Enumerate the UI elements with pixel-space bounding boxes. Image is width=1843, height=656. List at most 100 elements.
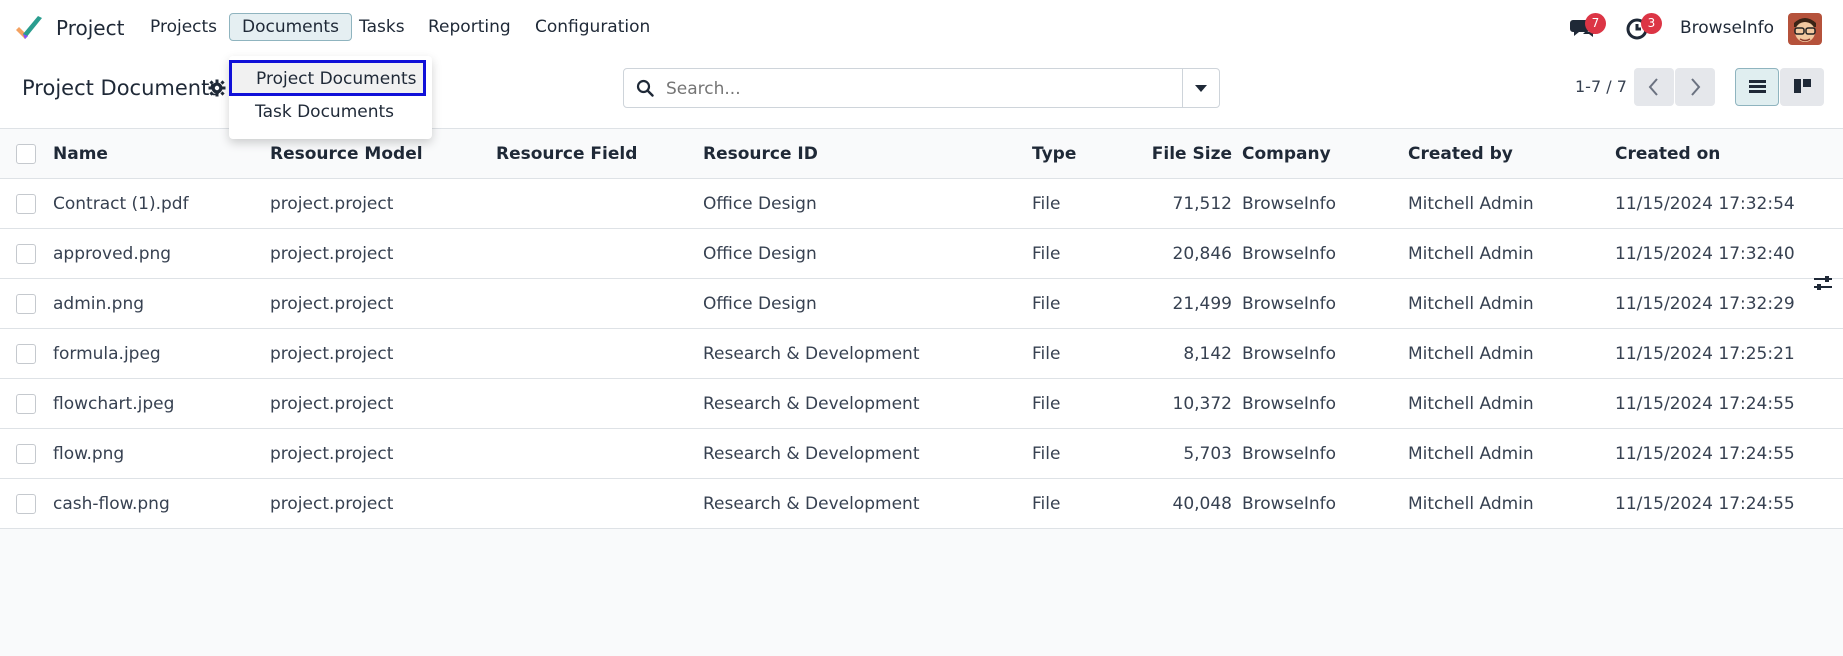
cell-resource-id: Research & Development	[703, 428, 1032, 479]
menu-tasks[interactable]: Tasks	[359, 17, 405, 37]
gear-icon[interactable]	[208, 79, 226, 97]
user-avatar[interactable]	[1788, 13, 1822, 45]
table-row[interactable]: flow.png project.project Research & Develo…	[0, 428, 1843, 479]
cell-spacer	[1232, 328, 1242, 379]
column-header-resource-id[interactable]: Resource ID	[703, 129, 1032, 179]
app-name[interactable]: Project	[56, 16, 124, 40]
cell-file-size: 21,499	[1112, 278, 1232, 329]
pager-previous-button[interactable]	[1634, 68, 1674, 106]
cell-type: File	[1032, 328, 1112, 379]
cell-name: cash-flow.png	[53, 478, 270, 529]
kanban-view-button[interactable]	[1780, 68, 1824, 106]
cell-created-on: 11/15/2024 17:32:40	[1615, 228, 1843, 279]
select-all-checkbox[interactable]	[16, 143, 36, 164]
cell-created-on: 11/15/2024 17:24:55	[1615, 378, 1843, 429]
column-header-created-on[interactable]: Created on	[1615, 129, 1843, 290]
cell-resource-model: project.project	[270, 478, 496, 529]
cell-company: BrowseInfo	[1242, 278, 1408, 329]
search-bar	[623, 68, 1220, 108]
cell-name: flow.png	[53, 428, 270, 479]
cell-file-size: 20,846	[1112, 228, 1232, 279]
cell-type: File	[1032, 228, 1112, 279]
cell-file-size: 40,048	[1112, 478, 1232, 529]
cell-resource-id: Office Design	[703, 278, 1032, 329]
cell-name: flowchart.jpeg	[53, 378, 270, 429]
search-options-toggle[interactable]	[1182, 69, 1219, 107]
company-switcher[interactable]: BrowseInfo	[1680, 18, 1774, 38]
cell-created-by: Mitchell Admin	[1408, 178, 1615, 229]
row-select-cell	[0, 228, 53, 279]
table-row[interactable]: formula.jpeg project.project Research & De…	[0, 328, 1843, 379]
column-header-created-on-label: Created on	[1615, 143, 1721, 164]
cell-resource-id: Research & Development	[703, 328, 1032, 379]
cell-name: admin.png	[53, 278, 270, 329]
row-checkbox[interactable]	[16, 343, 36, 364]
cell-company: BrowseInfo	[1242, 478, 1408, 529]
search-icon	[636, 79, 654, 97]
table-row[interactable]: cash-flow.png project.project Research & D…	[0, 478, 1843, 529]
cell-company: BrowseInfo	[1242, 228, 1408, 279]
cell-created-by: Mitchell Admin	[1408, 378, 1615, 429]
chevron-left-icon	[1648, 78, 1658, 96]
list-view-icon	[1749, 80, 1766, 93]
cell-spacer	[1232, 278, 1242, 329]
cell-created-on: 11/15/2024 17:24:55	[1615, 428, 1843, 479]
menu-configuration[interactable]: Configuration	[535, 17, 650, 37]
cell-file-size: 5,703	[1112, 428, 1232, 479]
cell-resource-id: Office Design	[703, 178, 1032, 229]
table-row[interactable]: approved.png project.project Office Design…	[0, 228, 1843, 279]
row-checkbox[interactable]	[16, 393, 36, 414]
row-select-cell	[0, 378, 53, 429]
row-select-cell	[0, 478, 53, 529]
table-row[interactable]: flowchart.jpeg project.project Research & …	[0, 378, 1843, 429]
cell-resource-field	[496, 278, 703, 329]
row-checkbox[interactable]	[16, 243, 36, 264]
column-header-company[interactable]: Company	[1242, 129, 1408, 179]
row-checkbox[interactable]	[16, 293, 36, 314]
cell-company: BrowseInfo	[1242, 178, 1408, 229]
menu-documents[interactable]: Documents	[229, 13, 352, 41]
row-checkbox[interactable]	[16, 193, 36, 214]
cell-resource-id: Research & Development	[703, 478, 1032, 529]
cell-company: BrowseInfo	[1242, 328, 1408, 379]
column-header-created-by[interactable]: Created by	[1408, 129, 1615, 179]
chevron-right-icon	[1691, 78, 1701, 96]
sliders-icon[interactable]	[1813, 274, 1833, 292]
cell-resource-model: project.project	[270, 378, 496, 429]
documents-table: Name Resource Model Resource Field Resou…	[0, 129, 1843, 529]
menu-projects[interactable]: Projects	[150, 17, 217, 37]
page-title[interactable]: Project Documents	[22, 76, 220, 100]
dropdown-item-task-documents[interactable]: Task Documents	[255, 102, 394, 122]
list-view-button[interactable]	[1735, 68, 1779, 106]
caret-down-icon	[1195, 85, 1207, 92]
cell-type: File	[1032, 478, 1112, 529]
table-row[interactable]: Contract (1).pdf project.project Office De…	[0, 178, 1843, 229]
cell-created-on: 11/15/2024 17:32:29	[1615, 278, 1843, 329]
cell-created-by: Mitchell Admin	[1408, 228, 1615, 279]
cell-type: File	[1032, 428, 1112, 479]
cell-resource-model: project.project	[270, 278, 496, 329]
top-navbar: Project Projects Documents Tasks Reporti…	[0, 0, 1843, 57]
pager-next-button[interactable]	[1675, 68, 1715, 106]
column-header-type[interactable]: Type	[1032, 129, 1112, 179]
row-checkbox[interactable]	[16, 443, 36, 464]
row-checkbox[interactable]	[16, 493, 36, 514]
search-input[interactable]	[664, 75, 1168, 103]
row-select-cell	[0, 328, 53, 379]
dropdown-item-project-documents[interactable]: Project Documents	[229, 60, 426, 96]
column-header-file-size[interactable]: File Size	[1112, 129, 1232, 179]
cell-resource-model: project.project	[270, 428, 496, 479]
cell-spacer	[1232, 378, 1242, 429]
cell-company: BrowseInfo	[1242, 428, 1408, 479]
pager-value[interactable]: 1-7 / 7	[1575, 77, 1627, 96]
cell-created-on: 11/15/2024 17:24:55	[1615, 478, 1843, 529]
project-logo-icon[interactable]	[14, 15, 44, 43]
column-header-resource-field[interactable]: Resource Field	[496, 129, 703, 179]
cell-name: formula.jpeg	[53, 328, 270, 379]
menu-reporting[interactable]: Reporting	[428, 17, 511, 37]
kanban-view-icon	[1794, 79, 1811, 93]
table-row[interactable]: admin.png project.project Office Design Fil…	[0, 278, 1843, 329]
documents-dropdown: Project Documents Task Documents	[229, 56, 432, 139]
cell-resource-field	[496, 328, 703, 379]
activities-count-badge: 3	[1641, 13, 1662, 34]
